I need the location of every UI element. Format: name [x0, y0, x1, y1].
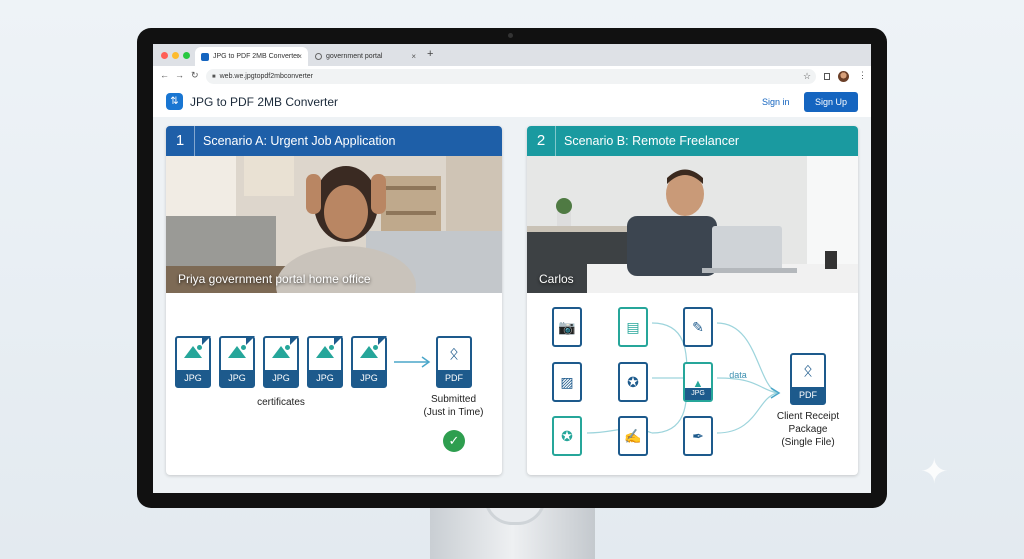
notebook-icon: ▤: [618, 307, 648, 347]
acrobat-icon: ᛟ: [802, 361, 814, 380]
photo-caption: Priya government portal home office: [178, 272, 371, 286]
new-tab-button[interactable]: +: [427, 48, 433, 60]
sign-in-link[interactable]: Sign in: [762, 97, 790, 107]
camera-icon: 📷: [552, 307, 582, 347]
tab-bar: JPG to PDF 2MB Converter × government po…: [153, 44, 871, 66]
webcam-dot: [508, 33, 513, 38]
reload-icon[interactable]: ↻: [191, 70, 199, 81]
arrow-right-icon: [394, 356, 431, 368]
jpg-icon: ▲ JPG: [683, 362, 713, 402]
forward-icon[interactable]: →: [175, 70, 184, 80]
ribbon-doc-icon: ✪: [552, 416, 582, 456]
tab-converter[interactable]: JPG to PDF 2MB Converter ×: [195, 47, 308, 66]
app-title: JPG to PDF 2MB Converter: [190, 95, 339, 109]
main-content: 1 Scenario A: Urgent Job Application Pri…: [153, 117, 871, 493]
success-check-icon: ✓: [443, 430, 465, 452]
tab-government-portal[interactable]: government portal ×: [309, 47, 422, 66]
converter-favicon-icon: [201, 52, 209, 61]
single-file-label: (Single File): [781, 437, 835, 448]
tab-title: JPG to PDF 2MB Converter: [213, 53, 300, 60]
back-icon[interactable]: ←: [160, 70, 169, 80]
close-window-dot[interactable]: [161, 52, 168, 59]
scenario-number: 2: [527, 126, 556, 156]
contract-icon: ✍: [618, 416, 648, 456]
lock-icon: ■: [212, 73, 216, 80]
priya-photo: Priya government portal home office: [166, 156, 502, 293]
jpg-file-icon: JPG: [307, 336, 343, 388]
scenario-title: Scenario B: Remote Freelancer: [564, 134, 740, 148]
jpg-file-icon: JPG: [219, 336, 255, 388]
acrobat-icon: ᛟ: [448, 344, 460, 363]
jpg-file-icon: JPG: [175, 336, 211, 388]
tab-title: government portal: [326, 53, 383, 60]
package-label: Package: [788, 424, 828, 435]
extension-icon[interactable]: [824, 73, 830, 80]
image-icon: ▨: [552, 362, 582, 402]
address-bar: ← → ↻ ■ web.we.jpgtopdf2mbconverter ☆ ⋮: [153, 66, 871, 88]
submitted-label: Submitted: [430, 394, 477, 405]
sparkle-icon: ✦: [920, 453, 949, 491]
tab-close-icon[interactable]: ×: [297, 52, 302, 61]
carlos-photo: Carlos: [527, 156, 858, 293]
client-receipt-label: Client Receipt: [776, 411, 840, 422]
scenario-a-header: 1 Scenario A: Urgent Job Application: [166, 126, 502, 156]
flow-label: data: [729, 370, 747, 380]
scenario-b-card: 2 Scenario B: Remote Freelancer Carlos 📷…: [527, 126, 858, 475]
certificate-icon: ✪: [618, 362, 648, 402]
url-input[interactable]: ■ web.we.jpgtopdf2mbconverter: [206, 69, 816, 84]
minimize-window-dot[interactable]: [172, 52, 179, 59]
scenario-a-card: 1 Scenario A: Urgent Job Application Pri…: [166, 126, 502, 475]
jpg-file-icon: JPG: [351, 336, 387, 388]
profile-avatar[interactable]: [838, 71, 849, 82]
photo-caption: Carlos: [539, 272, 574, 286]
app-logo-icon[interactable]: ⇅: [166, 93, 183, 110]
scenario-b-header: 2 Scenario B: Remote Freelancer: [527, 126, 858, 156]
sign-up-button[interactable]: Sign Up: [804, 92, 858, 112]
globe-icon: [315, 53, 322, 60]
scenario-title: Scenario A: Urgent Job Application: [203, 134, 396, 148]
jpg-file-icon: JPG: [263, 336, 299, 388]
tab-close-icon[interactable]: ×: [411, 52, 416, 61]
signed-doc-icon: ✎: [683, 307, 713, 347]
scenario-number: 1: [166, 126, 195, 156]
browser-window: JPG to PDF 2MB Converter × government po…: [153, 44, 871, 493]
app-header: ⇅ JPG to PDF 2MB Converter Sign in Sign …: [153, 87, 871, 118]
just-in-time-label: (Just in Time): [423, 407, 484, 418]
files-label: certificates: [257, 397, 305, 408]
pdf-file-icon: ᛟ PDF: [790, 353, 826, 405]
browser-menu-icon[interactable]: ⋮: [858, 70, 867, 81]
bookmark-star-icon[interactable]: ☆: [803, 71, 811, 82]
maximize-window-dot[interactable]: [183, 52, 190, 59]
pdf-file-icon: ᛟ PDF: [436, 336, 472, 388]
signed-icon: ✒: [683, 416, 713, 456]
url-text: web.we.jpgtopdf2mbconverter: [219, 73, 314, 80]
freelancer-office-illustration: [527, 156, 858, 293]
